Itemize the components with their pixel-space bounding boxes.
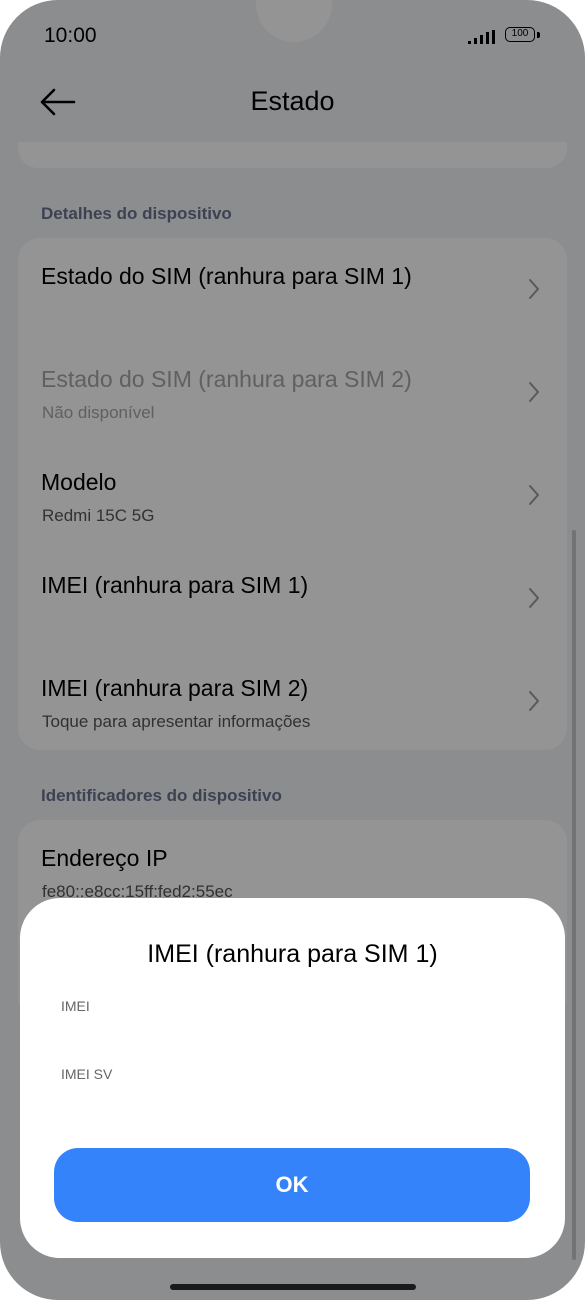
home-indicator[interactable]	[170, 1284, 416, 1290]
imei-sv-label: IMEI SV	[61, 1066, 113, 1082]
ok-button[interactable]: OK	[54, 1148, 530, 1222]
dialog-title: IMEI (ranhura para SIM 1)	[147, 940, 438, 968]
phone-screen: 10:00 100 Estado Detalhes do dispositivo…	[0, 0, 585, 1300]
imei-label: IMEI	[61, 998, 90, 1014]
imei-dialog: IMEI (ranhura para SIM 1) IMEI IMEI SV O…	[20, 898, 565, 1258]
scrollbar[interactable]	[572, 530, 576, 1260]
